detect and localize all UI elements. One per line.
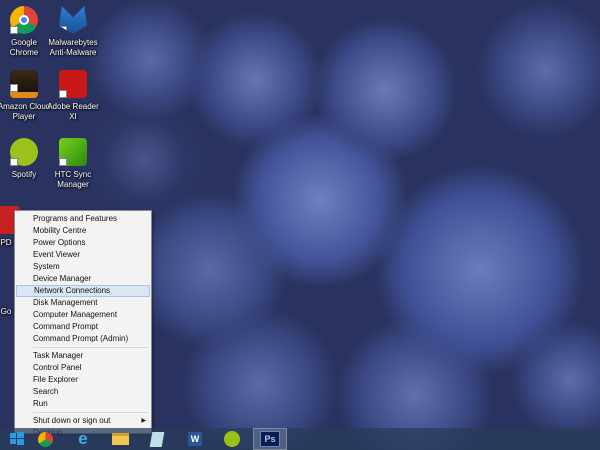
winx-context-menu: Programs and Features Mobility Centre Powe… <box>14 210 152 437</box>
menu-item-power-options[interactable]: Power Options <box>16 237 150 249</box>
amazon-icon <box>10 70 38 98</box>
menu-item-label: System <box>33 262 60 271</box>
menu-item-label: Event Viewer <box>33 250 80 259</box>
submenu-arrow-icon: ▶ <box>141 418 146 424</box>
chrome-icon <box>10 6 38 34</box>
desktop-icon-label: Google Chrome <box>9 38 39 57</box>
desktop-icon-adobe-reader[interactable]: Adobe Reader XI <box>45 70 101 122</box>
menu-item-event-viewer[interactable]: Event Viewer <box>16 249 150 261</box>
desktop-icon-label: Adobe Reader XI <box>47 102 99 121</box>
menu-item-shut-down-or-sign-out[interactable]: Shut down or sign out ▶ <box>16 415 150 427</box>
desktop-icon-malwarebytes[interactable]: Malwarebytes Anti-Malware <box>45 6 101 58</box>
menu-item-label: Run <box>33 399 48 408</box>
desktop-icon-label: Go <box>0 307 12 316</box>
menu-item-command-prompt[interactable]: Command Prompt <box>16 321 150 333</box>
taskbar-chrome[interactable] <box>28 428 62 450</box>
taskbar-word[interactable]: W <box>178 428 212 450</box>
menu-separator <box>33 412 148 413</box>
menu-item-disk-management[interactable]: Disk Management <box>16 297 150 309</box>
photoshop-icon: Ps <box>260 431 280 447</box>
menu-item-label: Command Prompt <box>33 322 98 331</box>
internet-explorer-icon: e <box>78 429 88 448</box>
menu-item-label: Disk Management <box>33 298 98 307</box>
menu-item-command-prompt-admin[interactable]: Command Prompt (Admin) <box>16 333 150 345</box>
menu-item-network-connections[interactable]: Network Connections <box>16 285 150 297</box>
menu-separator <box>33 347 148 348</box>
menu-item-label: Computer Management <box>33 310 118 319</box>
menu-item-search[interactable]: Search <box>16 386 150 398</box>
taskbar-notepad[interactable] <box>140 428 174 450</box>
desktop-icon-label: Malwarebytes Anti-Malware <box>48 38 98 57</box>
menu-item-label: Control Panel <box>33 363 82 372</box>
chrome-icon <box>37 431 53 447</box>
spotify-icon <box>224 431 240 447</box>
menu-item-label: Network Connections <box>34 286 111 295</box>
menu-item-label: Command Prompt (Admin) <box>33 334 129 343</box>
menu-item-label: Programs and Features <box>33 214 118 223</box>
taskbar: e W Ps <box>0 428 600 450</box>
malwarebytes-icon <box>59 6 87 34</box>
taskbar-file-explorer[interactable] <box>103 428 137 450</box>
menu-item-label: File Explorer <box>33 375 78 384</box>
menu-item-label: Power Options <box>33 238 86 247</box>
desktop-icon-label: Spotify <box>11 170 37 179</box>
desktop-icon-label: HTC Sync Manager <box>54 170 92 189</box>
menu-item-system[interactable]: System <box>16 261 150 273</box>
notepad-icon <box>149 431 165 447</box>
menu-item-file-explorer[interactable]: File Explorer <box>16 374 150 386</box>
menu-item-label: Device Manager <box>33 274 92 283</box>
menu-item-label: Task Manager <box>33 351 84 360</box>
menu-item-label: Mobility Centre <box>33 226 87 235</box>
taskbar-spotify[interactable] <box>215 428 249 450</box>
menu-item-run[interactable]: Run <box>16 398 150 410</box>
taskbar-photoshop[interactable]: Ps <box>253 428 287 450</box>
word-icon: W <box>187 432 203 446</box>
menu-item-control-panel[interactable]: Control Panel <box>16 362 150 374</box>
start-icon <box>10 432 24 445</box>
desktop-icon-htc-sync[interactable]: HTC Sync Manager <box>45 138 101 190</box>
adobe-reader-icon <box>59 70 87 98</box>
desktop-icon-label: PD <box>0 238 12 247</box>
menu-item-device-manager[interactable]: Device Manager <box>16 273 150 285</box>
spotify-icon <box>10 138 38 166</box>
file-explorer-icon <box>111 433 129 445</box>
menu-item-programs-and-features[interactable]: Programs and Features <box>16 213 150 225</box>
menu-item-computer-management[interactable]: Computer Management <box>16 309 150 321</box>
desktop-icon-label: Amazon Cloud Player <box>0 102 51 121</box>
menu-item-task-manager[interactable]: Task Manager <box>16 350 150 362</box>
menu-item-label: Shut down or sign out <box>33 416 111 425</box>
htc-sync-icon <box>59 138 87 166</box>
menu-item-mobility-centre[interactable]: Mobility Centre <box>16 225 150 237</box>
taskbar-internet-explorer[interactable]: e <box>66 428 100 450</box>
menu-item-label: Search <box>33 387 59 396</box>
